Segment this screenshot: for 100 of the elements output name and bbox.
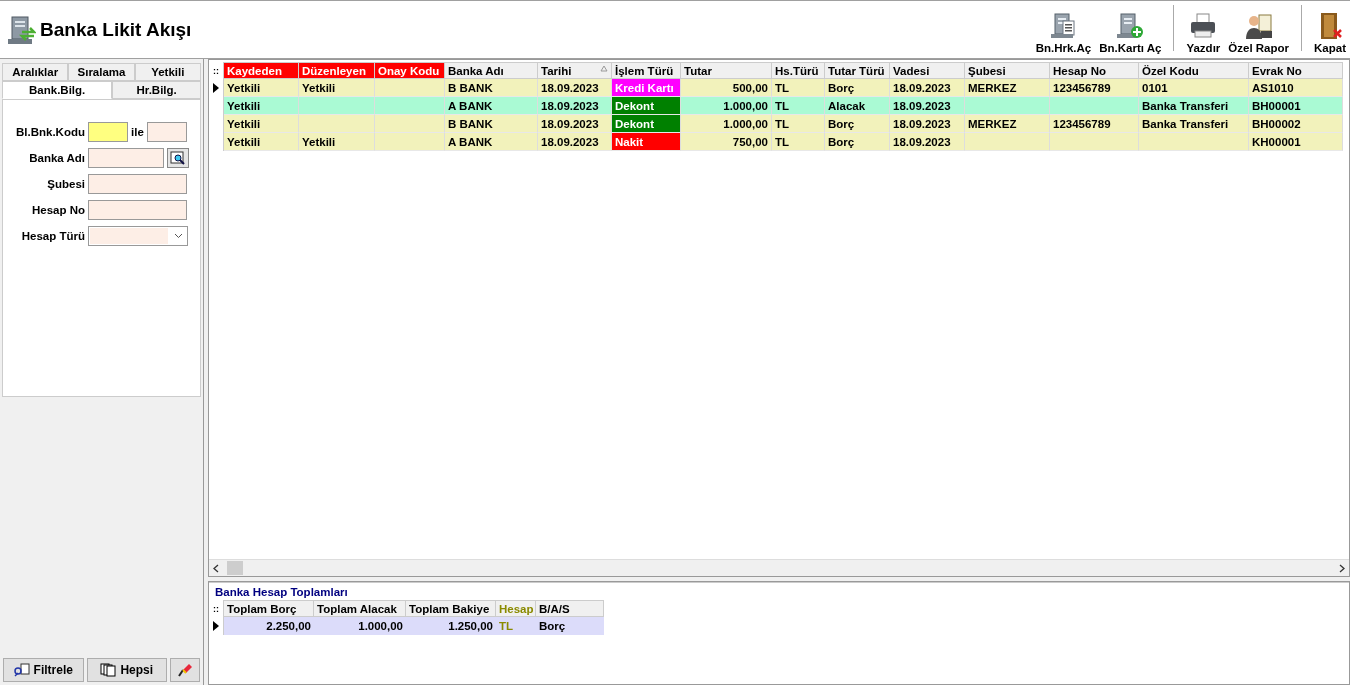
- table-cell: TL: [772, 115, 825, 133]
- column-header[interactable]: Tarihi: [538, 62, 612, 79]
- table-cell: TL: [772, 97, 825, 115]
- field-label: Hesap No: [30, 204, 85, 216]
- toolbar-button[interactable]: Özel Rapor: [1224, 12, 1294, 54]
- column-header[interactable]: Hs.Türü: [772, 62, 825, 79]
- table-cell: Banka Transferi: [1139, 97, 1249, 115]
- table-cell: MERKEZ: [965, 79, 1050, 97]
- field-label: Şubesi: [46, 178, 85, 190]
- table-cell: A BANK: [445, 133, 538, 151]
- person-report-icon: [1243, 12, 1274, 40]
- tab[interactable]: Sıralama: [68, 63, 135, 81]
- table-cell: Yetkili: [224, 115, 299, 133]
- window-title: Banka Likit Akışı: [40, 18, 192, 41]
- column-header[interactable]: Vadesi: [890, 62, 965, 79]
- table-cell: Borç: [825, 115, 890, 133]
- bank-computer-add-icon: [1115, 12, 1146, 40]
- filter-button[interactable]: Filtrele: [3, 658, 84, 682]
- table-cell: 18.09.2023: [538, 115, 612, 133]
- table-cell: Borç: [536, 617, 604, 635]
- sort-icon: [600, 65, 608, 72]
- table-cell: 123456789: [1050, 79, 1139, 97]
- input-field[interactable]: [88, 200, 187, 220]
- table-cell: B BANK: [445, 79, 538, 97]
- table-cell: B BANK: [445, 115, 538, 133]
- column-header[interactable]: Tutar Türü: [825, 62, 890, 79]
- field-label: Hesap Türü: [20, 230, 85, 242]
- column-header[interactable]: Banka Adı: [445, 62, 538, 79]
- column-header[interactable]: Şubesi: [965, 62, 1050, 79]
- type-tag: Dekont: [612, 115, 681, 133]
- table-cell: 1.000,00: [314, 617, 406, 635]
- table-cell: 18.09.2023: [890, 97, 965, 115]
- column-header[interactable]: Toplam Borç: [224, 600, 314, 617]
- column-header[interactable]: Kaydeden: [224, 62, 299, 79]
- table-cell: Borç: [825, 79, 890, 97]
- bank-computer-icon: [6, 13, 36, 46]
- chevron-down-icon: [174, 233, 183, 239]
- scrollbar-thumb[interactable]: [227, 561, 243, 575]
- table-cell: Yetkili: [224, 133, 299, 151]
- tab[interactable]: Hr.Bilg.: [112, 81, 201, 99]
- input-field[interactable]: [88, 122, 128, 142]
- field-label: Banka Adı: [28, 152, 85, 164]
- input-field[interactable]: [88, 148, 164, 168]
- table-cell: A BANK: [445, 97, 538, 115]
- eraser-icon: [177, 662, 193, 678]
- tab[interactable]: Yetkili: [134, 63, 201, 81]
- pages-button[interactable]: Hepsi: [86, 658, 167, 682]
- type-tag: Kredi Kartı: [612, 79, 681, 97]
- table-cell: BH00002: [1249, 115, 1343, 133]
- table-cell: 500,00: [681, 79, 772, 97]
- input-field[interactable]: [146, 122, 187, 142]
- tab[interactable]: Aralıklar: [2, 63, 69, 81]
- toolbar-button[interactable]: Kapat: [1310, 12, 1350, 54]
- lookup-button[interactable]: [167, 148, 189, 168]
- table-cell: 18.09.2023: [538, 97, 612, 115]
- table-cell: TL: [496, 617, 536, 635]
- table-cell: 123456789: [1050, 115, 1139, 133]
- toolbar-button[interactable]: Yazdır: [1182, 12, 1225, 54]
- table-cell: 18.09.2023: [890, 133, 965, 151]
- field-label: ile: [131, 126, 144, 138]
- column-header[interactable]: Düzenleyen: [299, 62, 375, 79]
- table-cell: Yetkili: [299, 79, 375, 97]
- dropdown[interactable]: [88, 226, 188, 246]
- input-field[interactable]: [88, 174, 187, 194]
- toolbar-button[interactable]: Bn.Hrk.Aç: [1031, 12, 1096, 54]
- table-cell: Yetkili: [299, 133, 375, 151]
- type-tag: Dekont: [612, 97, 681, 115]
- table-cell: BH00001: [1249, 97, 1343, 115]
- table-cell: 1.250,00: [406, 617, 496, 635]
- column-header[interactable]: Toplam Alacak: [314, 600, 406, 617]
- table-cell: Borç: [825, 133, 890, 151]
- toolbar-button[interactable]: Bn.Kartı Aç: [1095, 12, 1166, 54]
- tab[interactable]: Bank.Bilg.: [2, 81, 113, 99]
- type-tag: Nakit: [612, 133, 681, 151]
- column-header[interactable]: Onay Kodu: [375, 62, 445, 79]
- column-header[interactable]: İşlem Türü: [612, 62, 681, 79]
- table-cell: 1.000,00: [681, 115, 772, 133]
- column-header[interactable]: B/A/S: [536, 600, 604, 617]
- row-pointer-icon: [213, 621, 219, 631]
- column-header[interactable]: Evrak No: [1249, 62, 1343, 79]
- column-header[interactable]: Hesap No: [1050, 62, 1139, 79]
- clear-button[interactable]: [170, 658, 200, 682]
- filter-icon: [13, 663, 30, 677]
- column-header[interactable]: Özel Kodu: [1139, 62, 1249, 79]
- table-cell: Alacak: [825, 97, 890, 115]
- table-cell: TL: [772, 133, 825, 151]
- column-header[interactable]: Tutar: [681, 62, 772, 79]
- table-cell: Yetkili: [224, 79, 299, 97]
- table-cell: Banka Transferi: [1139, 115, 1249, 133]
- table-cell: 18.09.2023: [890, 115, 965, 133]
- table-cell: AS1010: [1249, 79, 1343, 97]
- table-cell: 0101: [1139, 79, 1249, 97]
- table-cell: 750,00: [681, 133, 772, 151]
- table-cell: Yetkili: [224, 97, 299, 115]
- column-header[interactable]: Toplam Bakiye: [406, 600, 496, 617]
- table-cell: 18.09.2023: [538, 79, 612, 97]
- table-cell: KH00001: [1249, 133, 1343, 151]
- table-cell: TL: [772, 79, 825, 97]
- row-pointer-icon: [213, 83, 219, 93]
- table-cell: 2.250,00: [224, 617, 314, 635]
